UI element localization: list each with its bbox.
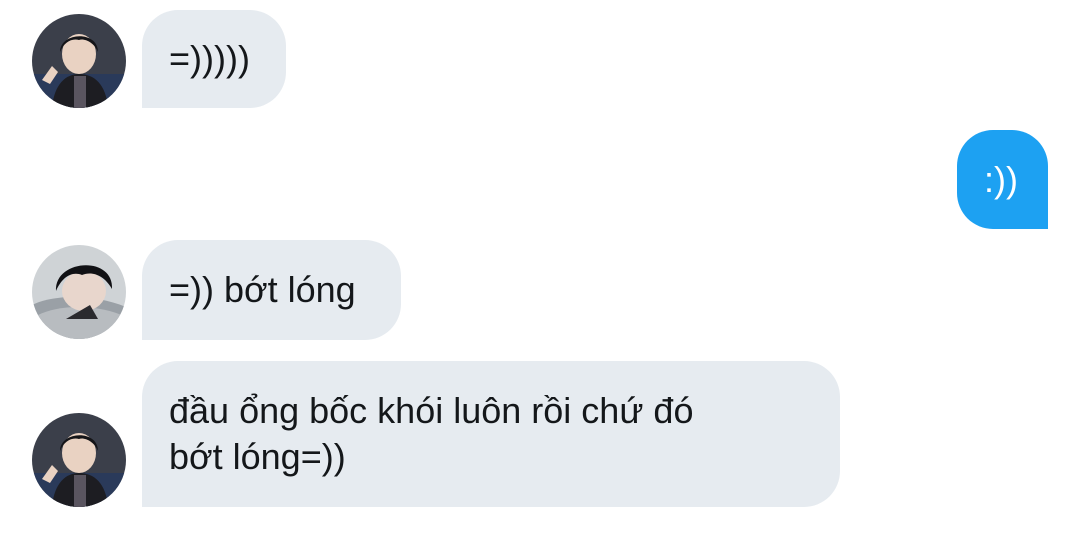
- message-bubble[interactable]: :)): [957, 130, 1048, 229]
- message-text: =))))): [169, 38, 250, 79]
- message-text-line: bớt lóng=)): [169, 436, 346, 477]
- message-text-line: đầu ổng bốc khói luôn rồi chứ đó: [169, 390, 694, 431]
- message-text: =)) bớt lóng: [169, 269, 356, 310]
- sender-avatar[interactable]: [32, 14, 126, 108]
- sender-avatar[interactable]: [32, 413, 126, 507]
- message-bubble[interactable]: đầu ổng bốc khói luôn rồi chứ đó bớt lón…: [142, 361, 840, 507]
- avatar-photo-icon: [32, 14, 126, 108]
- message-text: :)): [984, 159, 1018, 200]
- avatar-photo-icon: [32, 413, 126, 507]
- sender-avatar[interactable]: [32, 245, 126, 339]
- message-bubble[interactable]: =)) bớt lóng: [142, 240, 401, 340]
- message-bubble[interactable]: =))))): [142, 10, 286, 108]
- avatar-photo-icon: [32, 245, 126, 339]
